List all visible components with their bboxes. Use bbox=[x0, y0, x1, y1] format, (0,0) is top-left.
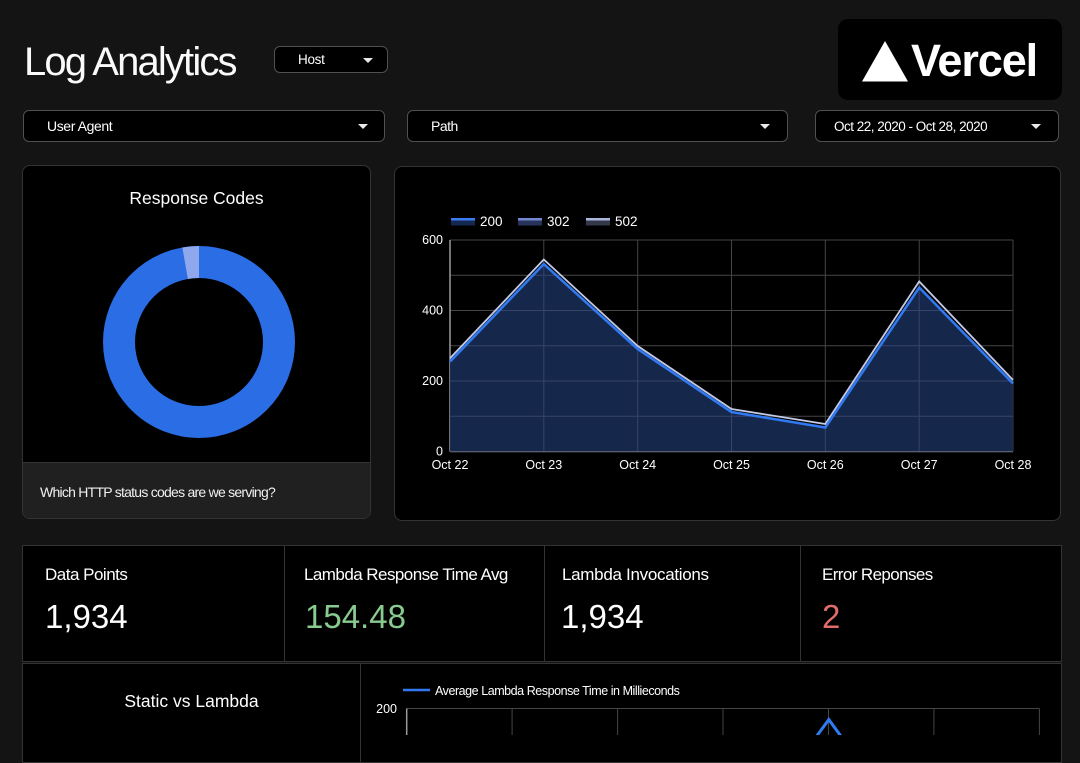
svg-text:Vercel: Vercel bbox=[911, 35, 1037, 86]
